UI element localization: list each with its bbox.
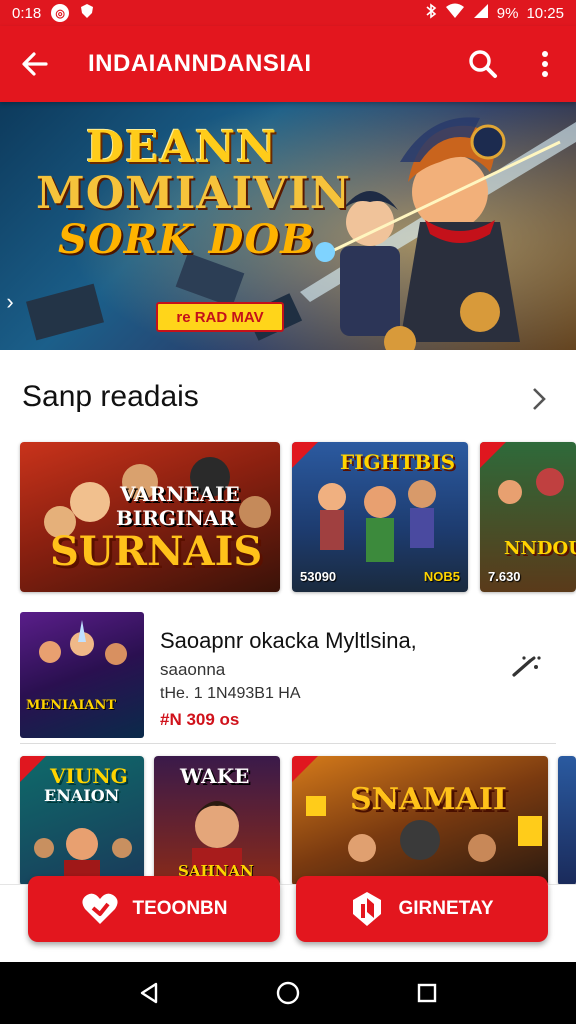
shield-icon [353,892,382,926]
back-button[interactable] [0,26,70,102]
list-item-action-button[interactable] [504,644,548,688]
game-card-price: NOB5 [423,569,460,584]
secondary-action-label: GIRNETAY [398,898,494,919]
game-card-partial[interactable] [558,756,576,886]
arrow-left-icon [22,52,48,76]
game-card-title: SURNAIS [50,528,263,575]
list-item-thumbnail-title: MENIAIANT [26,698,117,713]
battery-percent: 9% [496,4,519,22]
chevron-left-icon: › [6,289,14,314]
nav-recents-button[interactable] [407,973,447,1013]
status-time-right: 10:25 [526,4,564,22]
game-card[interactable]: VIUNG ENAION [20,756,144,886]
app-bar: INDAIANNDANSIAI [0,26,576,102]
triangle-back-icon [141,982,158,1004]
chevron-right-icon [533,388,546,410]
banner-title-line3: SORK DOB [58,216,316,263]
more-options-button[interactable] [514,26,576,102]
list-item-thumbnail-art [39,620,127,665]
primary-action-label: TEOONBN [132,898,228,919]
game-card-art [306,796,542,862]
game-card-title-mid: BIRGINAR [116,506,236,530]
game-card[interactable]: VARNEAIE BIRGINAR SURNAIS [20,442,280,592]
wand-icon [512,656,541,677]
game-card-title-top: VARNEAIE [120,482,240,506]
more-vertical-icon [542,51,548,77]
game-card-title: SNAMAII [350,782,507,817]
shield-status-icon [79,3,95,23]
section-title: Sanp readais [22,380,199,413]
primary-action-button[interactable]: TEOONBN [28,876,280,942]
nav-home-button[interactable] [268,973,308,1013]
list-item-meta: tHe. 1 1N493B1 HA [160,685,301,702]
bluetooth-icon [425,3,437,23]
status-bar: 0:18 ◎ 9% 10:25 [0,0,576,26]
list-item[interactable]: MENIAIANT Saoapnr okacka Myltlsina, saao… [0,606,576,742]
banner-title-line1: DEANN [86,122,278,173]
list-item-subtitle: saaonna [160,660,226,679]
hero-banner[interactable]: DEANN MOMIAIVIN SORK DOB › [0,102,576,350]
game-card-count: 7.630 [488,569,521,584]
notification-badge-icon: ◎ [51,4,70,22]
game-card-subtitle: ENAION [44,786,120,805]
circle-home-icon [276,981,300,1005]
status-time-left: 0:18 [12,4,42,22]
game-card-title: FIGHTBIS [340,450,456,474]
nav-back-button[interactable] [129,973,169,1013]
square-recents-icon [417,983,436,1003]
game-card[interactable]: WAKE SAHNAN [154,756,280,886]
system-nav-bar [0,962,576,1024]
list-item-thumbnail: MENIAIANT [20,612,144,738]
game-card-title: VIUNG [50,764,128,788]
game-card-title: NNDOU [504,538,576,559]
search-icon [469,50,497,78]
list-item-price: #N 309 os [160,710,240,729]
signal-icon [473,3,489,23]
game-card-count: 53090 [300,569,337,584]
list-item-title: Saoapnr okacka Myltlsina, [160,628,417,653]
game-card-title: WAKE [180,764,250,788]
wifi-icon [445,3,465,23]
game-card[interactable]: FIGHTBIS 53090 NOB5 [292,442,468,592]
banner-prev-button[interactable]: › [0,282,20,322]
game-card[interactable]: NNDOU 7.630 [480,442,576,592]
secondary-action-button[interactable]: GIRNETAY [296,876,548,942]
game-card[interactable]: SNAMAII [292,756,548,886]
banner-title-line2: MOMIAIVIN [36,168,351,219]
divider [20,743,556,744]
search-button[interactable] [452,26,514,102]
section-more-button[interactable] [522,382,556,416]
banner-cta-button[interactable]: re RAD MAV [156,302,284,332]
app-title: INDAIANNDANSIAI [88,50,312,77]
heart-icon [81,893,118,924]
